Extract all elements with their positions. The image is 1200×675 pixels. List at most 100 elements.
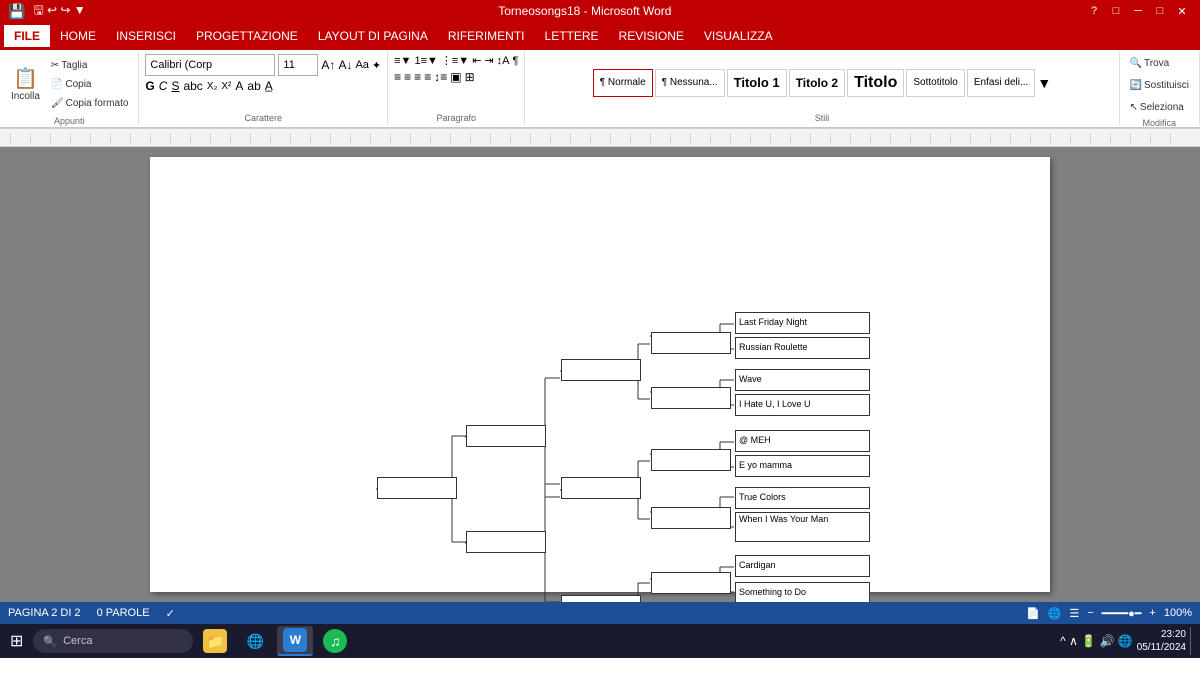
styles-scroll-down[interactable]: ▼ bbox=[1037, 75, 1051, 91]
style-nessuna[interactable]: ¶ Nessuna... bbox=[655, 69, 725, 97]
superscript-button[interactable]: X² bbox=[221, 81, 231, 92]
song-box-4: @ MEH bbox=[735, 430, 870, 452]
bracket-area: Last Friday Night Russian Roulette Wave … bbox=[190, 177, 1010, 602]
round3-box-1 bbox=[561, 477, 641, 499]
style-titolo1[interactable]: Titolo 1 bbox=[727, 69, 787, 97]
ribbon: 📋 Incolla ✂ Taglia 📄 Copia 🖌 Copia forma… bbox=[0, 50, 1200, 129]
menu-home[interactable]: HOME bbox=[50, 25, 106, 47]
multilevel-list-button[interactable]: ⋮≡▼ bbox=[441, 54, 469, 67]
song-box-6: True Colors bbox=[735, 487, 870, 509]
view-outline-icon[interactable]: ☰ bbox=[1069, 607, 1079, 620]
style-normale[interactable]: ¶ Normale bbox=[593, 69, 653, 97]
help-icon[interactable]: ? bbox=[1084, 3, 1104, 19]
increase-indent-button[interactable]: ⇥ bbox=[484, 54, 493, 67]
shading-para-button[interactable]: ▣ bbox=[450, 70, 461, 84]
song-box-1: Russian Roulette bbox=[735, 337, 870, 359]
word-icon: 💾 bbox=[8, 3, 25, 20]
search-placeholder: Cerca bbox=[63, 635, 92, 647]
ribbon-collapse-icon[interactable]: □ bbox=[1106, 3, 1126, 19]
word-taskbar-button[interactable]: W bbox=[277, 626, 313, 656]
paste-button[interactable]: 📋 Incolla bbox=[6, 54, 45, 114]
zoom-out-button[interactable]: − bbox=[1087, 607, 1093, 619]
proofread-icon[interactable]: ✓ bbox=[166, 607, 175, 620]
style-titolo[interactable]: Titolo bbox=[847, 69, 904, 97]
quick-access: 🖫 ↩ ↪ ▼ bbox=[33, 1, 85, 22]
line-spacing-button[interactable]: ↕≡ bbox=[434, 70, 447, 84]
styles-label: Stili bbox=[815, 113, 830, 123]
italic-button[interactable]: C bbox=[159, 79, 168, 93]
font-size-input[interactable] bbox=[278, 54, 318, 76]
tray-icons: ^ ∧ 🔋 🔊 🌐 bbox=[1060, 634, 1133, 648]
decrease-indent-button[interactable]: ⇤ bbox=[472, 54, 481, 67]
menu-lettere[interactable]: LETTERE bbox=[535, 25, 609, 47]
round3-box-0 bbox=[561, 359, 641, 381]
font-color-button[interactable]: A bbox=[235, 79, 243, 93]
file-explorer-button[interactable]: 📁 bbox=[197, 626, 233, 656]
font-name-input[interactable] bbox=[145, 54, 275, 76]
menu-revisione[interactable]: REVISIONE bbox=[609, 25, 694, 47]
show-hide-button[interactable]: ¶ bbox=[512, 55, 518, 67]
bullets-button[interactable]: ≡▼ bbox=[394, 55, 411, 67]
document-page: Last Friday Night Russian Roulette Wave … bbox=[150, 157, 1050, 592]
song-box-3: I Hate U, I Love U bbox=[735, 394, 870, 416]
style-titolo2[interactable]: Titolo 2 bbox=[789, 69, 845, 97]
style-sottotitolo[interactable]: Sottotitolo bbox=[906, 69, 964, 97]
round2-box-2 bbox=[651, 449, 731, 471]
menu-file[interactable]: FILE bbox=[4, 25, 50, 47]
bold-button[interactable]: G bbox=[145, 79, 154, 93]
numbering-button[interactable]: 1≡▼ bbox=[414, 55, 437, 67]
align-center-button[interactable]: ≡ bbox=[404, 70, 411, 84]
format-painter-button[interactable]: 🖌 Copia formato bbox=[47, 94, 133, 112]
view-print-icon[interactable]: 📄 bbox=[1026, 607, 1040, 620]
close-button[interactable]: ✕ bbox=[1172, 3, 1192, 19]
align-right-button[interactable]: ≡ bbox=[414, 70, 421, 84]
change-case-button[interactable]: Aa bbox=[355, 59, 368, 71]
replace-button[interactable]: 🔄 Sostituisci bbox=[1126, 76, 1193, 94]
chrome-button[interactable]: 🌐 bbox=[237, 626, 273, 656]
styles-group: ¶ Normale ¶ Nessuna... Titolo 1 Titolo 2… bbox=[525, 52, 1119, 125]
modifica-group: 🔍 Trova 🔄 Sostituisci ↖ Seleziona Modifi… bbox=[1120, 52, 1200, 125]
final-box bbox=[377, 477, 457, 499]
spotify-button[interactable]: ♫ bbox=[317, 626, 353, 656]
style-enfasi[interactable]: Enfasi deli... bbox=[967, 69, 1035, 97]
song-box-0: Last Friday Night bbox=[735, 312, 870, 334]
menu-visualizza[interactable]: VISUALIZZA bbox=[694, 25, 783, 47]
menu-progettazione[interactable]: PROGETTAZIONE bbox=[186, 25, 308, 47]
underline-button[interactable]: S bbox=[171, 79, 179, 93]
show-desktop-button[interactable] bbox=[1190, 627, 1196, 655]
cut-button[interactable]: ✂ Taglia bbox=[47, 56, 133, 74]
sort-button[interactable]: ↕A bbox=[497, 55, 510, 67]
menu-inserisci[interactable]: INSERISCI bbox=[106, 25, 186, 47]
borders-button[interactable]: ⊞ bbox=[465, 70, 475, 84]
document-container[interactable]: Last Friday Night Russian Roulette Wave … bbox=[0, 147, 1200, 602]
zoom-in-button[interactable]: + bbox=[1149, 607, 1155, 619]
zoom-slider[interactable]: ━━━━●━ bbox=[1102, 607, 1142, 620]
strikethrough-button[interactable]: abc bbox=[183, 79, 202, 93]
view-web-icon[interactable]: 🌐 bbox=[1048, 607, 1062, 620]
round2-box-4 bbox=[651, 572, 731, 594]
align-left-button[interactable]: ≡ bbox=[394, 70, 401, 84]
minimize-button[interactable]: ─ bbox=[1128, 3, 1148, 19]
menu-layout[interactable]: LAYOUT DI PAGINA bbox=[308, 25, 438, 47]
highlight-button[interactable]: ab bbox=[247, 79, 260, 93]
menu-riferimenti[interactable]: RIFERIMENTI bbox=[438, 25, 535, 47]
search-bar[interactable]: 🔍 Cerca bbox=[33, 629, 193, 653]
taskbar: ⊞ 🔍 Cerca 📁 🌐 W ♫ ^ ∧ 🔋 🔊 🌐 23:20 05/11/… bbox=[0, 624, 1200, 658]
round2-box-3 bbox=[651, 507, 731, 529]
find-button[interactable]: 🔍 Trova bbox=[1126, 54, 1174, 72]
subscript-button[interactable]: X₂ bbox=[207, 81, 218, 92]
start-button[interactable]: ⊞ bbox=[4, 626, 29, 656]
font-grow-button[interactable]: A↑ bbox=[321, 58, 335, 72]
justify-button[interactable]: ≡ bbox=[424, 70, 431, 84]
font-group: A↑ A↓ Aa ✦ G C S abc X₂ X² A ab A̲ Carat bbox=[139, 52, 388, 125]
clock[interactable]: 23:20 05/11/2024 bbox=[1137, 628, 1186, 654]
round3-box-2 bbox=[561, 595, 641, 602]
copy-button[interactable]: 📄 Copia bbox=[47, 75, 133, 93]
clear-format-button[interactable]: ✦ bbox=[372, 59, 381, 72]
font-shrink-button[interactable]: A↓ bbox=[338, 58, 352, 72]
system-tray: ^ ∧ 🔋 🔊 🌐 23:20 05/11/2024 bbox=[1060, 627, 1196, 655]
ruler bbox=[0, 129, 1200, 147]
select-button[interactable]: ↖ Seleziona bbox=[1126, 98, 1188, 116]
shading-button[interactable]: A̲ bbox=[265, 79, 273, 93]
restore-button[interactable]: □ bbox=[1150, 3, 1170, 19]
